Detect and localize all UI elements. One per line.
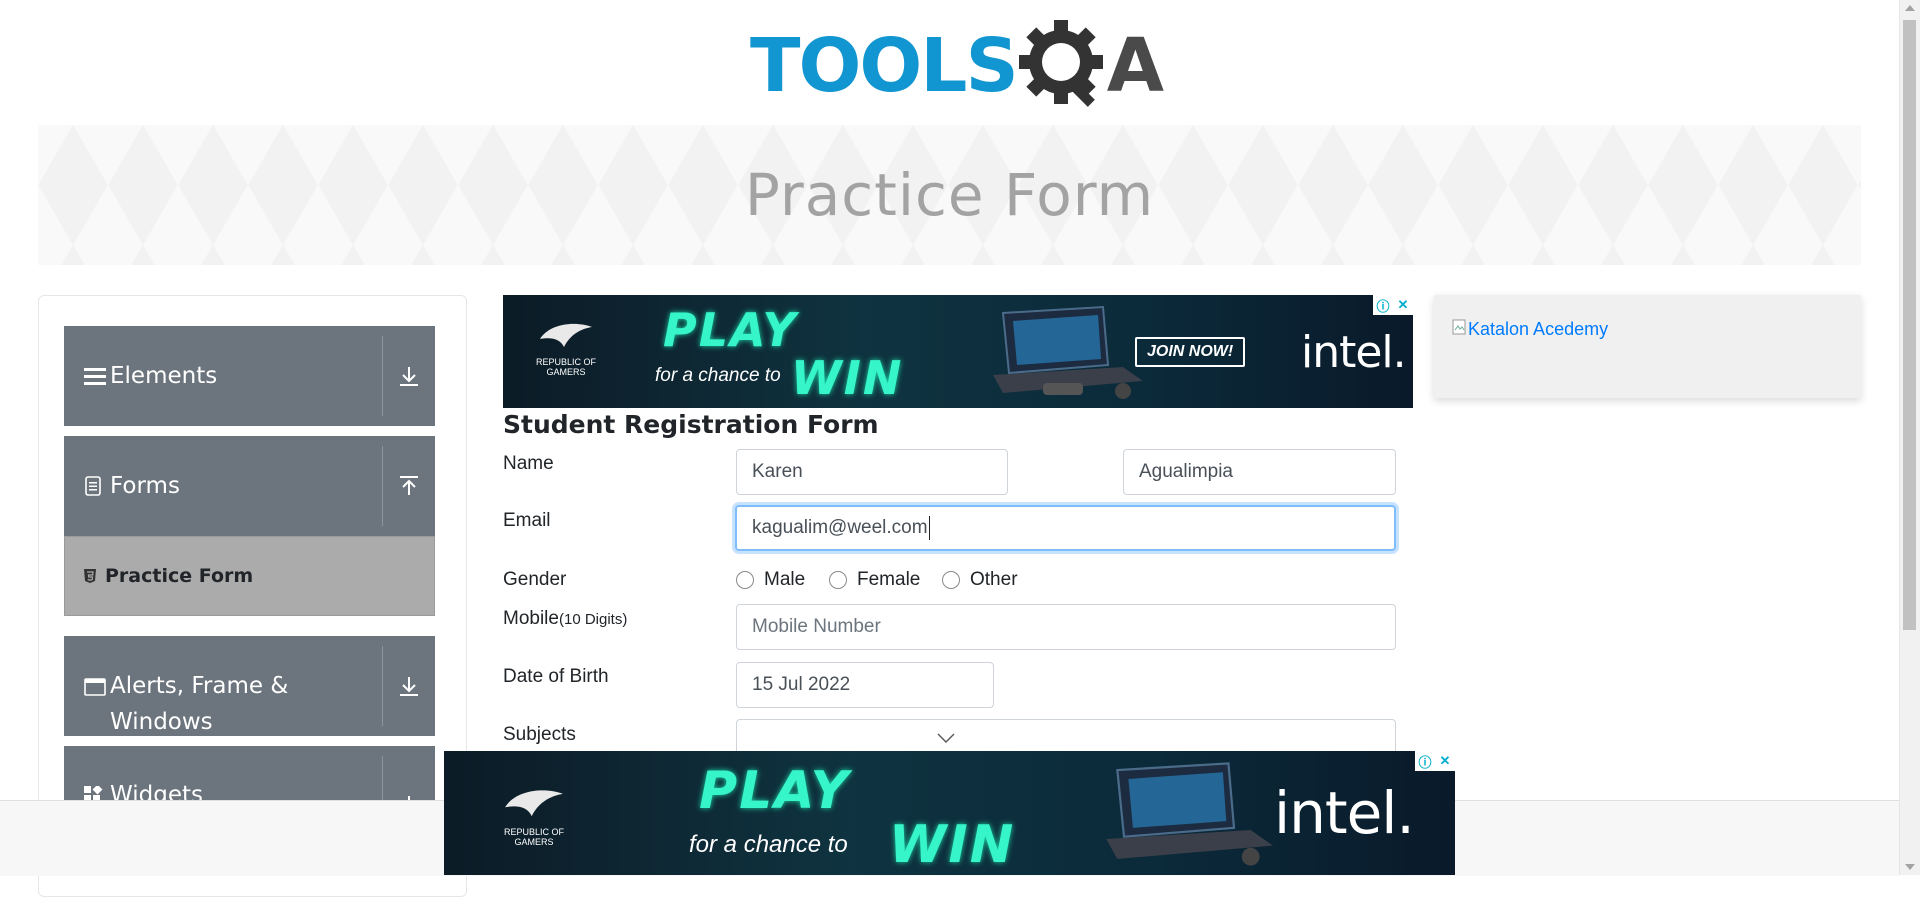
katalon-academy-image[interactable]: Katalon Acedemy (1452, 319, 1608, 340)
email-input[interactable]: kagualim@weel.com (735, 505, 1396, 551)
ad-headline-win: WIN (791, 351, 904, 405)
advertisement-banner-bottom[interactable]: REPUBLIC OF GAMERS PLAY for a chance to … (444, 751, 1455, 875)
text-caret (928, 516, 930, 540)
email-value: kagualim@weel.com (752, 517, 928, 538)
logo-text-tools: TOOLS (750, 22, 1019, 109)
intel-logo: intel. (1274, 779, 1415, 847)
ad-brand-text: REPUBLIC OF GAMERS (535, 356, 596, 377)
ad-laptop-visual (1084, 757, 1284, 872)
advertisement-banner-top[interactable]: REPUBLIC OF GAMERS PLAY for a chance to … (503, 295, 1413, 408)
upload-icon[interactable] (382, 446, 435, 526)
radio-label: Male (764, 569, 806, 590)
scrollbar-thumb[interactable] (1903, 20, 1916, 630)
image-alt-text: Katalon Acedemy (1468, 319, 1609, 339)
last-name-input[interactable]: Agualimpia (1123, 449, 1396, 495)
broken-image-icon (1452, 319, 1466, 340)
ad-info-icon[interactable]: ⓘ (1373, 295, 1393, 315)
html5-icon (83, 568, 97, 584)
ad-close-icon[interactable]: ✕ (1435, 751, 1455, 771)
window-icon (84, 678, 108, 696)
hamburger-icon (84, 366, 108, 386)
page-banner: Practice Form (38, 125, 1861, 265)
sidebar-item-practice-form[interactable]: Practice Form (64, 536, 435, 616)
logo-text-a: A (1106, 22, 1165, 109)
gear-magnifier-icon (1013, 18, 1113, 113)
email-label: Email (503, 510, 551, 531)
radio-circle[interactable] (942, 571, 960, 589)
sidebar-item-label: Practice Form (105, 565, 254, 587)
rog-logo: REPUBLIC OF GAMERS (521, 319, 611, 378)
sidebar-group-forms[interactable]: Forms (64, 436, 435, 536)
mobile-input[interactable]: Mobile Number (736, 604, 1396, 650)
sidebar-group-alerts[interactable]: Alerts, Frame & Windows (64, 636, 435, 736)
radio-circle[interactable] (829, 571, 847, 589)
gender-radio-other[interactable]: Other (942, 569, 1018, 591)
intel-logo: intel. (1301, 327, 1407, 378)
ad-headline-play: PLAY (663, 303, 798, 357)
chevron-down-icon (937, 730, 955, 748)
katalon-academy-card[interactable]: Katalon Acedemy (1434, 295, 1861, 398)
sidebar-group-label-line1: Alerts, Frame & (110, 673, 289, 699)
scroll-up-icon[interactable] (1905, 5, 1915, 11)
ad-tagline: for a chance to (689, 831, 848, 858)
page-scrollbar[interactable] (1899, 0, 1920, 875)
rog-logo: REPUBLIC OF GAMERS (484, 785, 584, 848)
first-name-input[interactable]: Karen (736, 449, 1008, 495)
subjects-label: Subjects (503, 724, 576, 745)
mobile-label-text: Mobile (503, 608, 559, 629)
radio-label: Female (857, 569, 921, 590)
radio-circle[interactable] (736, 571, 754, 589)
sidebar-group-widgets[interactable]: Widgets (64, 746, 435, 800)
ad-tagline: for a chance to (655, 365, 781, 386)
gender-label: Gender (503, 569, 567, 590)
dob-label: Date of Birth (503, 666, 609, 687)
gender-radio-male[interactable]: Male (736, 569, 805, 591)
sidebar-group-elements[interactable]: Elements (64, 326, 435, 426)
mobile-hint: (10 Digits) (558, 611, 628, 628)
ad-brand-text: REPUBLIC OF GAMERS (503, 826, 564, 847)
sidebar-group-label-line2: Windows (110, 709, 213, 735)
ad-controls: ⓘ ✕ (1415, 751, 1455, 771)
scroll-down-icon[interactable] (1905, 864, 1915, 870)
ad-laptop-visual (973, 303, 1153, 403)
form-title: Student Registration Form (503, 410, 879, 439)
download-icon[interactable] (382, 336, 435, 416)
widgets-icon (84, 786, 108, 800)
dob-input[interactable]: 15 Jul 2022 (736, 662, 994, 708)
toolsqa-logo[interactable]: TOOLS A (750, 18, 1164, 113)
ad-info-icon[interactable]: ⓘ (1415, 751, 1435, 771)
mobile-label: Mobile(10 Digits) (503, 608, 627, 630)
name-label: Name (503, 453, 554, 474)
ad-controls: ⓘ ✕ (1373, 295, 1413, 315)
ad-close-icon[interactable]: ✕ (1393, 295, 1413, 315)
gender-radio-female[interactable]: Female (829, 569, 920, 591)
download-icon[interactable] (382, 756, 435, 800)
ad-headline-play: PLAY (699, 761, 851, 821)
page-title: Practice Form (744, 161, 1155, 229)
ad-join-button[interactable]: JOIN NOW! (1135, 337, 1246, 367)
ad-headline-win: WIN (889, 815, 1016, 875)
radio-label: Other (970, 569, 1018, 590)
document-icon (84, 476, 108, 496)
download-icon[interactable] (382, 646, 435, 726)
